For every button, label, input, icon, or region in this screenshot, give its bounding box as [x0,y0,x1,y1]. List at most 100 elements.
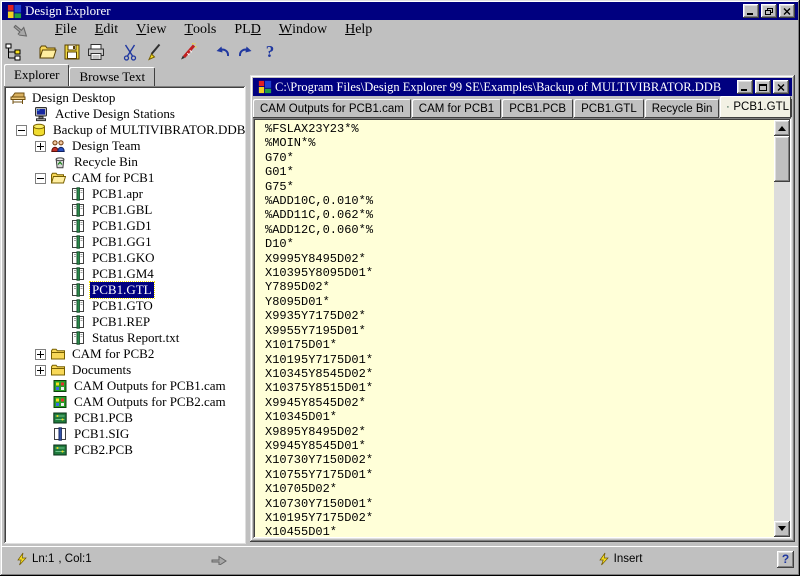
tree-item-cam-outputs-pcb1[interactable]: CAM Outputs for PCB1.cam [6,378,244,394]
document-icon [70,234,86,250]
tree-item-cam-for-pcb1[interactable]: CAM for PCB1 [6,170,244,186]
undo-button[interactable] [210,41,234,63]
explorer-panel-button[interactable] [2,41,26,63]
paste-button[interactable] [142,41,166,63]
explorer-panel: Explorer Browse Text Design Desktop Acti… [4,64,246,544]
tree-item-pcb1-gd1[interactable]: PCB1.GD1 [6,218,244,234]
tree-item-active-design-stations[interactable]: Active Design Stations [6,106,244,122]
tree-item-pcb1-gbl[interactable]: PCB1.GBL [6,202,244,218]
document-icon [70,266,86,282]
tab-explorer[interactable]: Explorer [4,64,69,86]
expand-icon[interactable] [35,365,46,376]
menu-help[interactable]: Help [336,21,381,38]
expand-icon[interactable] [35,141,46,152]
insert-mode-indicator: Insert [614,553,643,565]
minimize-button[interactable] [743,4,759,18]
print-button[interactable] [84,41,108,63]
down-arrow-icon [778,526,786,535]
folder-icon [50,362,66,378]
tree-item-pcb1-sig[interactable]: PCB1.SIG [6,426,244,442]
doc-tab-pcb1-gtl[interactable]: PCB1.GTL [574,99,644,118]
document-icon [70,314,86,330]
tree-item-pcb2-pcb[interactable]: PCB2.PCB [6,442,244,458]
menu-window[interactable]: Window [270,21,336,38]
window-title: Design Explorer [25,3,743,19]
wizard-button[interactable] [176,41,200,63]
tree-item-pcb1-gtl[interactable]: PCB1.GTL [6,282,244,298]
recycle-bin-icon [52,154,68,170]
system-menu-arrow-icon[interactable] [10,18,34,41]
text-editor: %FSLAX23Y23*% %MOIN*% G70* G01* G75* %AD… [253,118,792,539]
redo-button[interactable] [234,41,258,63]
open-folder-icon [50,170,66,186]
doc-tab-pcb1-pcb[interactable]: PCB1.PCB [502,99,573,118]
tab-browse-text[interactable]: Browse Text [69,67,155,86]
status-bar: Ln:1 , Col:1 Insert ? [2,546,798,571]
help-icon: ? [266,42,275,62]
restore-icon [765,8,773,15]
save-floppy-icon [62,42,82,62]
expand-icon[interactable] [35,349,46,360]
doc-tab-recycle-bin[interactable]: Recycle Bin [645,99,720,118]
cut-button[interactable] [118,41,142,63]
close-button[interactable] [779,4,795,18]
tree-item-backup-ddb[interactable]: Backup of MULTIVIBRATOR.DDB [6,122,244,138]
collapse-icon[interactable] [16,125,27,136]
tree-item-design-team[interactable]: Design Team [6,138,244,154]
doc-maximize-button[interactable] [755,80,771,94]
scrollbar-thumb[interactable] [774,136,790,182]
doc-minimize-button[interactable] [737,80,753,94]
collapse-icon[interactable] [35,173,46,184]
tree-item-recycle-bin[interactable]: Recycle Bin [6,154,244,170]
help-button[interactable]: ? [258,41,282,63]
redo-arrow-icon [236,42,256,62]
document-icon [70,298,86,314]
lightning-icon [16,552,28,566]
pcb-icon [52,442,68,458]
doc-tab-cam-for-pcb1[interactable]: CAM for PCB1 [412,99,501,118]
book-icon [52,426,68,442]
tree-item-documents[interactable]: Documents [6,362,244,378]
menu-pld[interactable]: PLD [225,21,269,38]
tree-item-pcb1-gko[interactable]: PCB1.GKO [6,250,244,266]
tree-item-design-desktop[interactable]: Design Desktop [6,90,244,106]
tree-item-pcb1-rep[interactable]: PCB1.REP [6,314,244,330]
menu-tools[interactable]: Tools [175,21,225,38]
save-button[interactable] [60,41,84,63]
document-icon [70,218,86,234]
document-icon [70,250,86,266]
menu-file[interactable]: File [46,21,86,38]
vertical-scrollbar[interactable] [774,120,790,537]
explorer-tree-icon [4,42,24,62]
toolbar: ? [2,39,798,64]
menu-edit[interactable]: Edit [86,21,127,38]
pcb-icon [52,410,68,426]
tree-item-pcb1-pcb[interactable]: PCB1.PCB [6,410,244,426]
undo-arrow-icon [212,42,232,62]
scroll-down-button[interactable] [774,521,790,537]
tree-item-pcb1-gto[interactable]: PCB1.GTO [6,298,244,314]
up-arrow-icon [778,122,786,131]
scroll-up-button[interactable] [774,120,790,136]
doc-close-button[interactable] [773,80,789,94]
doc-tab-cam-outputs-pcb1[interactable]: CAM Outputs for PCB1.cam [253,99,411,118]
cam-output-icon [52,378,68,394]
tree-item-pcb1-apr[interactable]: PCB1.apr [6,186,244,202]
tree-item-pcb1-gg1[interactable]: PCB1.GG1 [6,234,244,250]
tree-item-cam-for-pcb2[interactable]: CAM for PCB2 [6,346,244,362]
tree-item-cam-outputs-pcb2[interactable]: CAM Outputs for PCB2.cam [6,394,244,410]
document-title: C:\Program Files\Design Explorer 99 SE\E… [275,80,737,95]
jump-arrow-icon [210,553,228,565]
open-document-button[interactable] [36,41,60,63]
document-content[interactable]: %FSLAX23Y23*% %MOIN*% G70* G01* G75* %AD… [253,118,792,539]
document-logo-icon [258,80,272,94]
tree-item-pcb1-gm4[interactable]: PCB1.GM4 [6,266,244,282]
main-window: Design Explorer File Edit View Tools PLD… [0,0,800,576]
status-help-button[interactable]: ? [777,551,794,568]
tree-item-status-report[interactable]: Status Report.txt [6,330,244,346]
restore-button[interactable] [761,4,777,18]
doc-tab-pcb1-gtl-active[interactable]: PCB1.GTL [720,96,791,118]
main-titlebar: Design Explorer [2,2,798,20]
open-folder-icon [38,42,58,62]
menu-view[interactable]: View [127,21,175,38]
